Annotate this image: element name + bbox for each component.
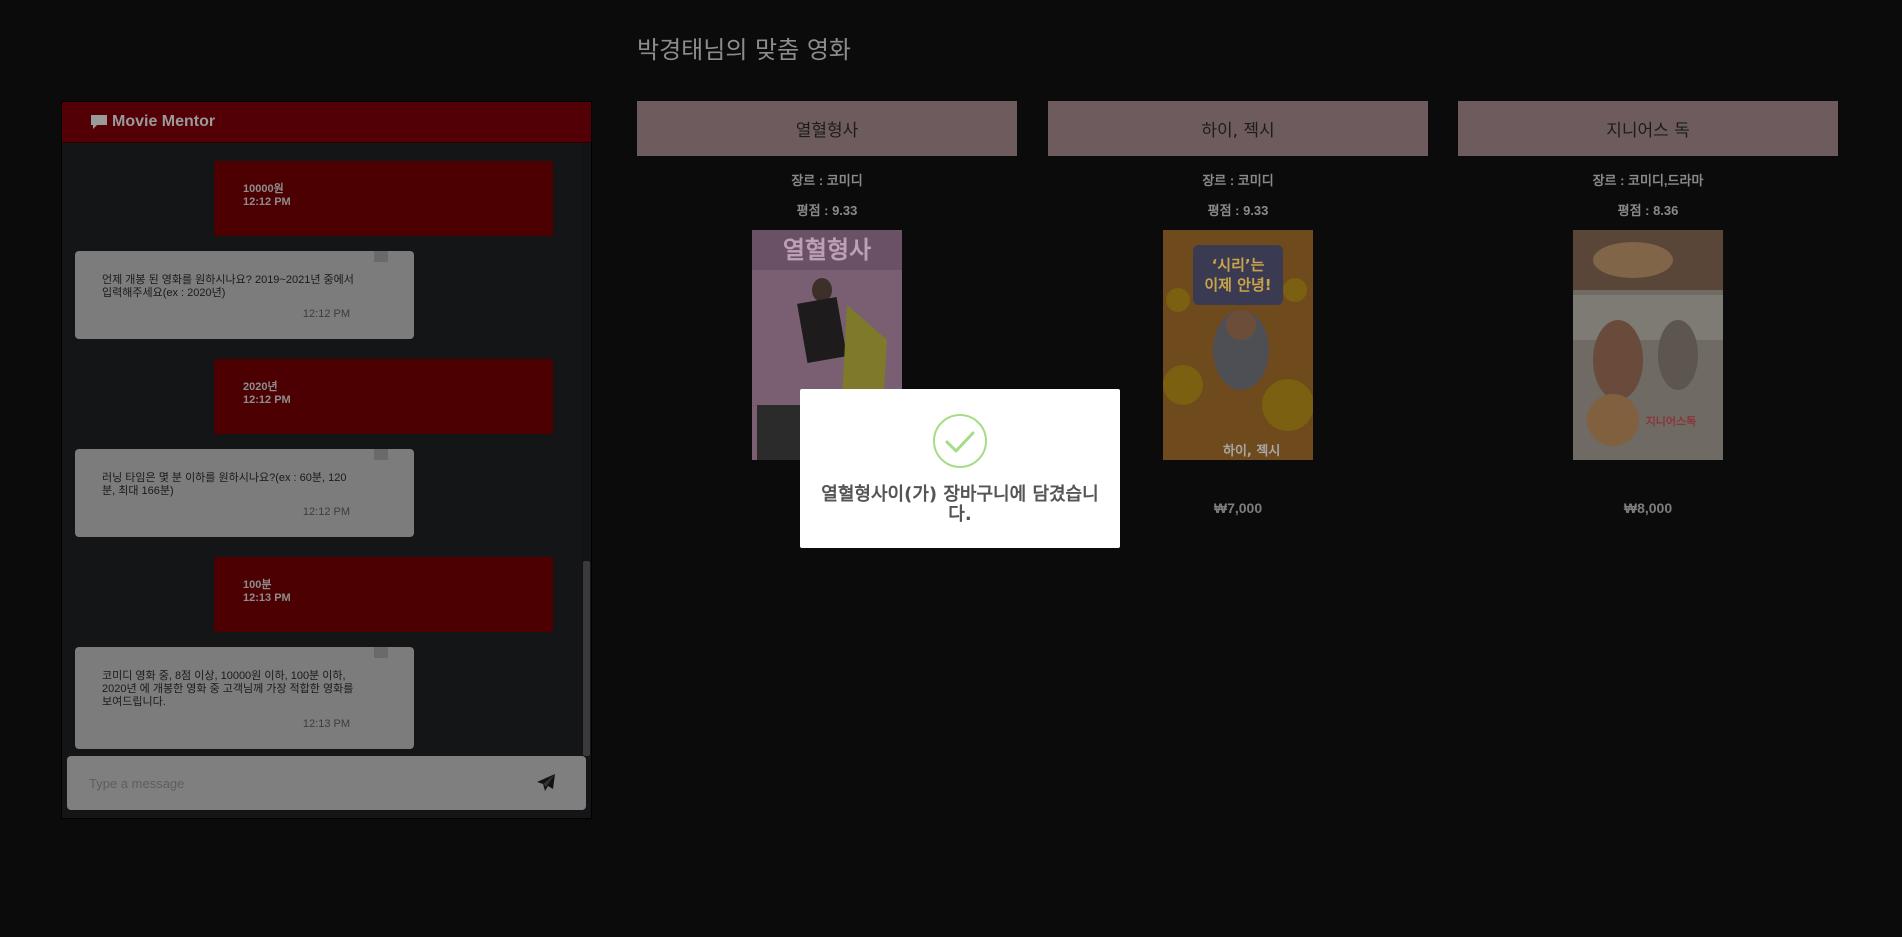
movie-poster[interactable]: 지니어스독 <box>1573 230 1723 460</box>
movie-rating: 평점 : 9.33 <box>1207 203 1269 218</box>
alert-message: 열혈형사이(가) 장바구니에 담겼습니다. <box>821 484 1099 525</box>
page-title: 박경태님의 맞춤 영화 <box>637 36 851 64</box>
chat-message-bot: 코미디 영화 중, 8점 이상, 10000원 이하, 100분 이하, 202… <box>75 647 414 749</box>
chat-input-bar <box>67 756 586 810</box>
message-text: 2020년 <box>243 381 278 393</box>
message-corner <box>374 647 388 658</box>
message-text: 10000원 <box>243 183 284 195</box>
chat-title: Movie Mentor <box>112 113 216 130</box>
message-time: 12:12 PM <box>243 196 291 208</box>
chat-message-bot: 언제 개봉 된 영화를 원하시나요? 2019~2021년 중에서 입력해주세요… <box>75 251 414 339</box>
movie-title[interactable]: 지니어스 독 <box>1458 101 1838 156</box>
message-input[interactable] <box>87 771 511 795</box>
svg-text:이제 안녕!: 이제 안녕! <box>1204 276 1271 294</box>
chat-header: Movie Mentor <box>62 102 591 143</box>
message-corner <box>374 251 388 262</box>
check-circle-icon <box>933 414 987 468</box>
movie-rating: 평점 : 9.33 <box>796 203 858 218</box>
svg-text:열혈형사: 열혈형사 <box>783 236 871 264</box>
message-text: 코미디 영화 중, 8점 이상, 10000원 이하, 100분 이하, 202… <box>102 670 354 708</box>
chat-message-user: 2020년 12:12 PM <box>214 359 553 434</box>
movie-rating: 평점 : 8.36 <box>1617 203 1679 218</box>
movie-card[interactable]: 지니어스 독 장르 : 코미디,드라마 평점 : 8.36 지니어스독 ₩8,0… <box>1458 101 1838 516</box>
message-text: 언제 개봉 된 영화를 원하시나요? 2019~2021년 중에서 입력해주세요… <box>102 274 354 299</box>
comment-icon <box>91 115 107 129</box>
message-time: 12:13 PM <box>243 592 291 604</box>
message-time: 12:12 PM <box>243 394 291 406</box>
message-text: 100분 <box>243 579 272 591</box>
svg-text:지니어스독: 지니어스독 <box>1646 414 1697 428</box>
chat-message-user: 100분 12:13 PM <box>214 557 553 632</box>
chat-scrollbar[interactable] <box>582 143 591 756</box>
message-text: 러닝 타임은 몇 분 이하를 원하시나요?(ex : 60분, 120분, 최대… <box>102 472 347 497</box>
movie-genre: 장르 : 코미디,드라마 <box>1592 173 1704 188</box>
movie-poster[interactable]: ‘시리’는 이제 안녕! 하이, 젝시 <box>1163 230 1313 460</box>
added-to-cart-alert[interactable]: 열혈형사이(가) 장바구니에 담겼습니다. <box>800 389 1120 548</box>
movie-title[interactable]: 하이, 젝시 <box>1048 101 1428 156</box>
chat-widget: Movie Mentor 10000원 12:12 PM 언제 개봉 된 영화를… <box>61 101 592 819</box>
movie-title[interactable]: 열혈형사 <box>637 101 1017 156</box>
message-corner <box>374 449 388 460</box>
chat-scroll-thumb[interactable] <box>583 561 590 756</box>
movie-genre: 장르 : 코미디 <box>1202 173 1274 188</box>
chat-message-user: 10000원 12:12 PM <box>214 161 553 236</box>
message-time: 12:12 PM <box>302 506 350 518</box>
movie-genre: 장르 : 코미디 <box>791 173 863 188</box>
paper-plane-icon[interactable] <box>536 773 556 793</box>
message-time: 12:12 PM <box>302 308 350 320</box>
svg-text:하이, 젝시: 하이, 젝시 <box>1223 443 1280 459</box>
chat-messages[interactable]: 10000원 12:12 PM 언제 개봉 된 영화를 원하시나요? 2019~… <box>62 143 591 756</box>
svg-text:‘시리’는: ‘시리’는 <box>1212 256 1265 274</box>
chat-message-bot: 러닝 타임은 몇 분 이하를 원하시나요?(ex : 60분, 120분, 최대… <box>75 449 414 537</box>
movie-price: ₩8,000 <box>1623 500 1673 516</box>
message-time: 12:13 PM <box>302 718 350 730</box>
